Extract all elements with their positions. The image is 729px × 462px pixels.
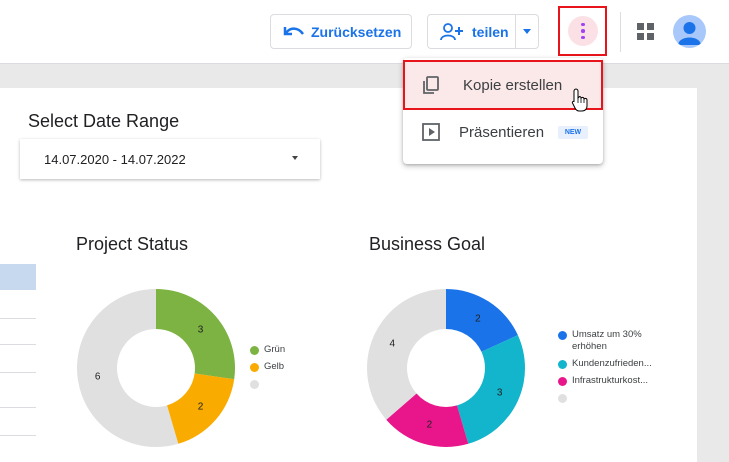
table-row	[0, 344, 36, 345]
legend-item[interactable]: Infrastrukturkost...	[558, 375, 668, 387]
business-goal-title: Business Goal	[369, 234, 486, 254]
share-button-label: teilen	[472, 23, 509, 40]
hand-cursor-icon	[571, 88, 588, 112]
more-options-highlight	[558, 6, 607, 56]
legend-item[interactable]: Kundenzufrieden...	[558, 358, 668, 370]
slice-value-label: 2	[427, 420, 433, 431]
copy-icon	[423, 76, 439, 94]
legend-label: Infrastrukturkost...	[572, 375, 649, 386]
present-icon	[422, 123, 440, 141]
caret-down-icon	[292, 156, 298, 160]
legend-label: Grün	[264, 344, 286, 355]
legend-label: Kundenzufrieden...	[572, 358, 652, 369]
share-dropdown-button[interactable]	[516, 15, 538, 48]
slice-value-label: 2	[475, 313, 481, 324]
legend-swatch	[558, 376, 567, 386]
project-status-title: Project Status	[76, 234, 189, 254]
table-fragment	[0, 264, 36, 444]
legend-item[interactable]: Umsatz um 30% erhöhen	[558, 329, 668, 353]
legend-swatch	[250, 345, 259, 355]
menu-item-label: Präsentieren	[459, 123, 545, 141]
date-range-picker[interactable]: 14.07.2020 - 14.07.2022	[20, 139, 320, 179]
caret-down-icon	[523, 29, 532, 34]
undo-icon	[283, 26, 305, 35]
avatar[interactable]	[673, 15, 706, 48]
table-header	[0, 264, 36, 290]
share-button-group: teilen	[427, 14, 539, 49]
legend-item[interactable]: Grün	[250, 344, 320, 356]
more-options-icon[interactable]	[568, 16, 598, 46]
menu-item-label: Kopie erstellen	[463, 76, 563, 94]
donut-slice[interactable]	[456, 335, 525, 444]
legend-item[interactable]: Gelb	[250, 361, 320, 373]
toolbar-divider	[620, 12, 621, 52]
top-toolbar: Zurücksetzen teilen	[0, 0, 729, 64]
donut-slice[interactable]	[156, 289, 235, 380]
table-row	[0, 372, 36, 373]
business-goal-donut: 2 3 2 4	[367, 289, 525, 447]
share-button[interactable]: teilen	[428, 15, 517, 48]
reset-button-label: Zurücksetzen	[311, 23, 402, 40]
new-badge: NEW	[558, 126, 588, 139]
slice-value-label: 2	[198, 402, 204, 413]
slice-value-label: 4	[390, 338, 396, 349]
slice-value-label: 6	[95, 371, 101, 382]
legend-swatch	[558, 393, 567, 403]
date-range-title: Select Date Range	[28, 111, 180, 131]
user-icon	[678, 22, 701, 45]
table-row	[0, 318, 36, 319]
project-status-donut: 3 2 6	[76, 289, 235, 447]
add-person-icon	[440, 22, 463, 40]
donut-slice[interactable]	[367, 289, 446, 420]
legend-swatch	[250, 379, 259, 389]
legend-swatch	[558, 330, 567, 340]
slice-value-label: 3	[497, 388, 503, 399]
legend-swatch	[558, 359, 567, 369]
legend-label: Gelb	[264, 361, 285, 372]
project-status-legend: Grün Gelb	[250, 344, 320, 394]
table-row	[0, 435, 36, 436]
slice-value-label: 3	[198, 324, 204, 335]
menu-item-present[interactable]: Präsentieren NEW	[403, 108, 603, 156]
table-row	[0, 407, 36, 408]
reset-button[interactable]: Zurücksetzen	[270, 14, 412, 49]
legend-swatch	[250, 362, 259, 372]
apps-grid-icon[interactable]	[637, 23, 654, 40]
legend-item[interactable]	[558, 392, 668, 403]
business-goal-legend: Umsatz um 30% erhöhen Kundenzufrieden... I…	[558, 329, 668, 408]
date-range-value: 14.07.2020 - 14.07.2022	[44, 151, 186, 167]
legend-item[interactable]	[250, 378, 320, 389]
legend-label: Umsatz um 30% erhöhen	[572, 329, 642, 352]
